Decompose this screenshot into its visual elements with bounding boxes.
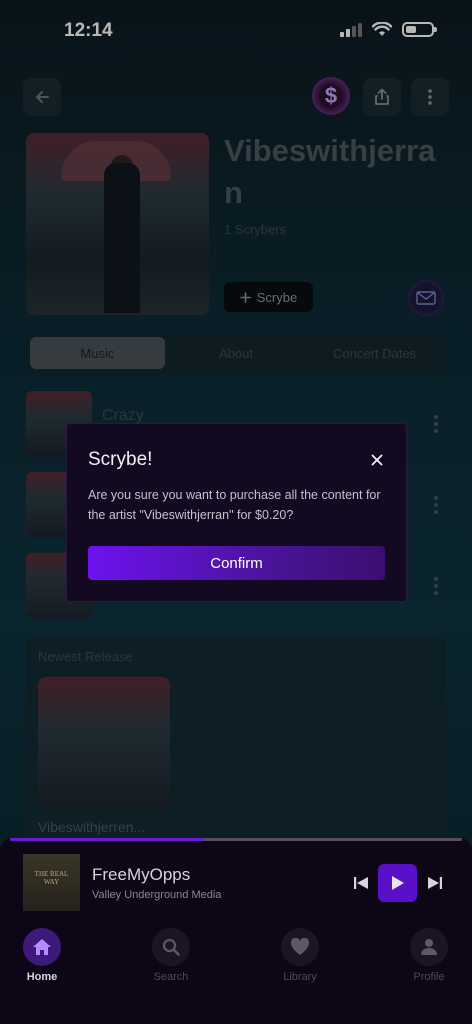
skip-back-icon xyxy=(354,877,368,889)
previous-track-button[interactable] xyxy=(350,872,372,894)
play-icon xyxy=(391,876,404,890)
play-button[interactable] xyxy=(378,864,417,902)
nav-label: Search xyxy=(153,971,189,983)
nav-label: Library xyxy=(283,971,317,983)
nav-label: Home xyxy=(26,971,58,983)
close-icon xyxy=(371,454,383,466)
profile-icon xyxy=(410,928,448,966)
app-screen: 12:14 $ Vibeswithjerran 1 Scrybers Scryb… xyxy=(0,0,472,1024)
artwork-title-text: THE REAL WAY xyxy=(34,870,69,886)
nav-search[interactable]: Search xyxy=(131,928,211,983)
now-playing-artist: Valley Underground Media xyxy=(92,889,222,901)
playback-progress-fill xyxy=(10,838,205,841)
now-playing-artwork: THE REAL WAY xyxy=(23,854,80,911)
dialog-message: Are you sure you want to purchase all th… xyxy=(88,488,381,522)
confirm-button[interactable]: Confirm xyxy=(88,546,385,580)
playback-progress-bar[interactable] xyxy=(10,838,462,841)
now-playing-title: FreeMyOpps xyxy=(92,865,191,884)
search-icon xyxy=(152,928,190,966)
nav-profile[interactable]: Profile xyxy=(389,928,469,983)
next-track-button[interactable] xyxy=(424,872,446,894)
skip-forward-icon xyxy=(428,877,442,889)
close-button[interactable] xyxy=(366,449,388,471)
nav-label: Profile xyxy=(413,971,445,983)
scrybe-confirm-dialog: Scrybe! Are you sure you want to purchas… xyxy=(66,423,407,602)
nav-home[interactable]: Home xyxy=(2,928,82,983)
heart-icon xyxy=(281,928,319,966)
dialog-title: Scrybe! xyxy=(88,449,153,470)
nav-library[interactable]: Library xyxy=(260,928,340,983)
home-icon xyxy=(23,928,61,966)
